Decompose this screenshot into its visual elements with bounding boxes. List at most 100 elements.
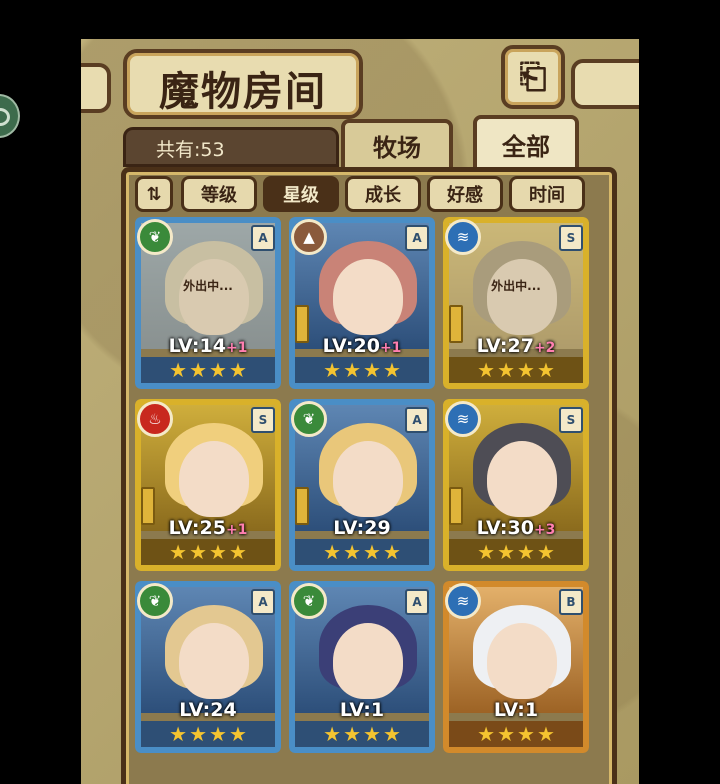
monster-card[interactable]: ❦ A LV:24 ★ ★ ★ ★: [135, 581, 281, 753]
star-rating: ★ ★ ★ ★: [295, 721, 429, 747]
star-icon: ★: [323, 540, 342, 564]
sort-order-icon: ⇅: [146, 183, 162, 205]
level-text: LV:29: [333, 517, 391, 539]
tab-ranch[interactable]: 牧场: [341, 119, 453, 171]
rank-badge: S: [559, 407, 583, 433]
back-button[interactable]: ⎗: [501, 45, 565, 109]
level-bonus: +3: [533, 522, 556, 538]
star-icon: ★: [343, 358, 361, 382]
filter-time-button[interactable]: 时间: [509, 176, 585, 212]
monster-card[interactable]: ≋ B LV:1 ★ ★ ★ ★: [443, 581, 589, 753]
leaf-element-icon: ❦: [291, 401, 327, 437]
rank-badge: A: [405, 407, 429, 433]
rank-badge: A: [405, 225, 429, 251]
monster-count-bar: 共有:53: [123, 127, 339, 167]
star-icon: ★: [169, 358, 188, 382]
monster-card[interactable]: ❦ A LV:1 ★ ★ ★ ★: [289, 581, 435, 753]
star-icon: ★: [382, 722, 401, 746]
monster-level: LV:25+1: [135, 517, 281, 539]
star-icon: ★: [517, 722, 535, 746]
star-icon: ★: [517, 358, 535, 382]
tab-all-label: 全部: [502, 131, 550, 161]
monster-level: LV:30+3: [443, 517, 589, 539]
star-icon: ★: [169, 722, 188, 746]
level-text: LV:14: [168, 335, 226, 357]
left-frame-stub: [81, 63, 111, 113]
monster-card[interactable]: 外出中... ❦ A LV:14+1 ★ ★ ★ ★: [135, 217, 281, 389]
star-icon: ★: [343, 722, 361, 746]
star-icon: ★: [189, 722, 207, 746]
monster-card[interactable]: ▲ A LV:20+1 ★ ★ ★ ★: [289, 217, 435, 389]
monster-card[interactable]: ❦ A LV:29 ★ ★ ★ ★: [289, 399, 435, 571]
sort-order-toggle[interactable]: ⇅: [135, 176, 173, 212]
level-text: LV:25: [168, 517, 226, 539]
water-element-icon: ≋: [445, 583, 481, 619]
level-text: LV:1: [339, 699, 385, 721]
star-icon: ★: [497, 722, 515, 746]
rank-badge: A: [251, 589, 275, 615]
monster-room-panel: 魔物房间 ⎗ 共有:53 牧场 全部 ⇅ 等级 星级 成长 好感 时间 外出中.…: [81, 39, 639, 784]
star-icon: ★: [477, 540, 496, 564]
monster-card[interactable]: ♨ S LV:25+1 ★ ★ ★ ★: [135, 399, 281, 571]
star-icon: ★: [209, 358, 227, 382]
tab-ranch-label: 牧场: [373, 132, 421, 162]
star-rating: ★ ★ ★ ★: [449, 721, 583, 747]
star-icon: ★: [363, 722, 381, 746]
level-bonus: +1: [225, 522, 248, 538]
star-icon: ★: [382, 540, 401, 564]
level-bonus: +1: [225, 340, 248, 356]
monster-level: LV:29: [289, 517, 435, 539]
level-text: LV:27: [476, 335, 534, 357]
star-rating: ★ ★ ★ ★: [141, 539, 275, 565]
star-rating: ★ ★ ★ ★: [295, 539, 429, 565]
leaf-element-icon: ❦: [137, 583, 173, 619]
star-icon: ★: [517, 540, 535, 564]
star-icon: ★: [189, 540, 207, 564]
monster-count: 共有:53: [156, 139, 225, 161]
filter-level-button[interactable]: 等级: [181, 176, 257, 212]
star-icon: ★: [209, 722, 227, 746]
side-menu-button[interactable]: [0, 94, 20, 138]
filter-affection-button[interactable]: 好感: [427, 176, 503, 212]
monster-card[interactable]: ≋ S LV:30+3 ★ ★ ★ ★: [443, 399, 589, 571]
tab-all[interactable]: 全部: [473, 115, 579, 173]
level-text: LV:20: [322, 335, 380, 357]
star-rating: ★ ★ ★ ★: [295, 357, 429, 383]
star-icon: ★: [228, 540, 247, 564]
filter-growth-button[interactable]: 成长: [345, 176, 421, 212]
star-icon: ★: [209, 540, 227, 564]
monster-level: LV:27+2: [443, 335, 589, 357]
star-icon: ★: [497, 540, 515, 564]
rank-badge: B: [559, 589, 583, 615]
rank-badge: A: [251, 225, 275, 251]
rank-badge: S: [559, 225, 583, 251]
star-icon: ★: [477, 722, 496, 746]
rank-badge: A: [405, 589, 429, 615]
star-icon: ★: [363, 358, 381, 382]
monster-card[interactable]: 外出中... ≋ S LV:27+2 ★ ★ ★ ★: [443, 217, 589, 389]
fire-element-icon: ♨: [137, 401, 173, 437]
title-plate: 魔物房间: [123, 49, 363, 119]
star-icon: ★: [497, 358, 515, 382]
water-element-icon: ≋: [445, 219, 481, 255]
level-text: LV:30: [476, 517, 534, 539]
star-icon: ★: [323, 358, 342, 382]
monster-level: LV:1: [443, 699, 589, 721]
level-bonus: +2: [533, 340, 556, 356]
star-icon: ★: [343, 540, 361, 564]
leaf-element-icon: ❦: [291, 583, 327, 619]
page-title: 魔物房间: [159, 68, 327, 115]
star-icon: ★: [228, 358, 247, 382]
star-icon: ★: [169, 540, 188, 564]
star-icon: ★: [536, 540, 555, 564]
star-icon: ★: [363, 540, 381, 564]
star-icon: ★: [382, 358, 401, 382]
earth-element-icon: ▲: [291, 219, 327, 255]
star-icon: ★: [189, 358, 207, 382]
filter-star-button[interactable]: 星级: [263, 176, 339, 212]
star-icon: ★: [228, 722, 247, 746]
right-frame-stub: [571, 59, 639, 109]
monster-level: LV:14+1: [135, 335, 281, 357]
star-rating: ★ ★ ★ ★: [449, 539, 583, 565]
sort-filter-bar: ⇅ 等级 星级 成长 好感 时间: [135, 176, 589, 212]
